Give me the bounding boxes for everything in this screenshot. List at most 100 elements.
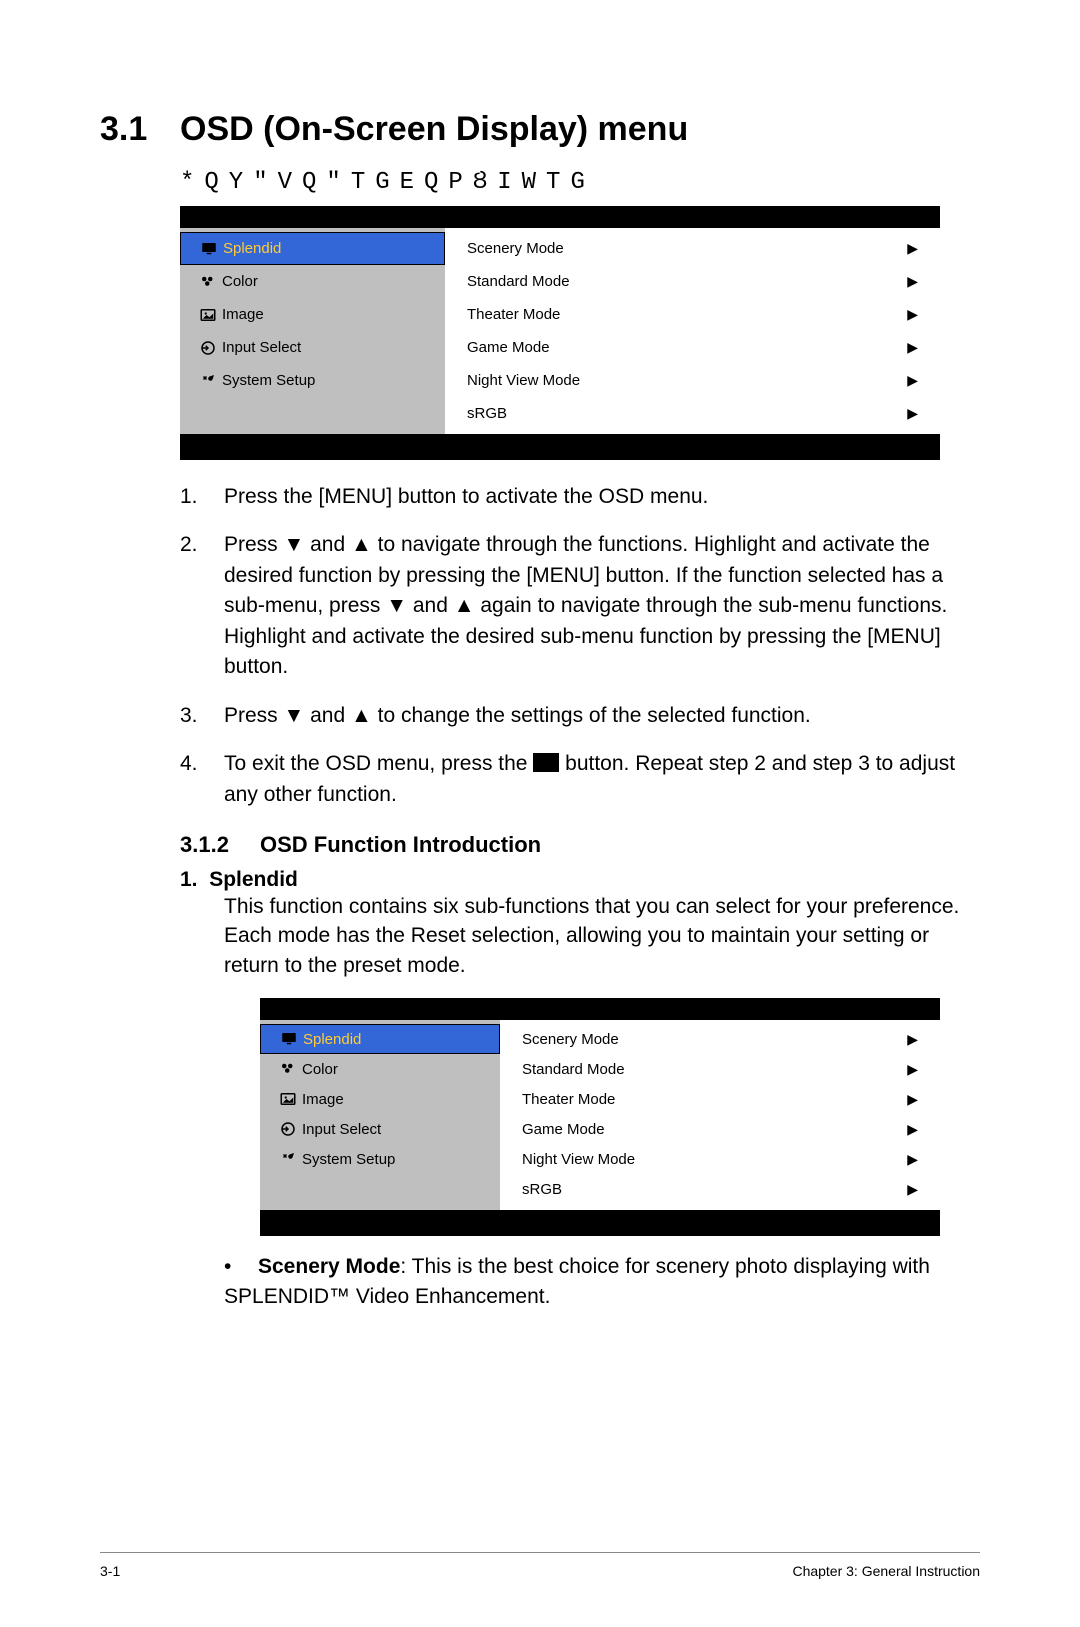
menu-label: System Setup: [302, 1151, 395, 1168]
chapter-label: Chapter 3: General Instruction: [792, 1563, 980, 1579]
submenu-label: Scenery Mode: [467, 240, 564, 257]
osd-menu-figure-2: Splendid Color Image Input Select System…: [260, 998, 940, 1236]
step-text: To exit the OSD menu, press the button. …: [224, 749, 970, 810]
step-text: Press ▼ and ▲ to change the settings of …: [224, 701, 970, 731]
chevron-right-icon: ▶: [907, 339, 918, 356]
monitor-icon: [195, 240, 223, 258]
submenu-item[interactable]: Night View Mode ▶: [445, 364, 940, 397]
section-heading: 3.1OSD (On-Screen Display) menu: [100, 110, 980, 149]
mode-description: •Scenery Mode: This is the best choice f…: [224, 1252, 974, 1311]
menu-item-system-setup[interactable]: System Setup: [180, 364, 445, 397]
step-text: Press the [MENU] button to activate the …: [224, 482, 970, 512]
submenu-item[interactable]: Game Mode ▶: [445, 331, 940, 364]
menu-item-color[interactable]: Color: [260, 1054, 500, 1084]
splendid-num: 1.: [180, 868, 198, 891]
menu-label: Color: [302, 1061, 338, 1078]
chevron-right-icon: ▶: [907, 372, 918, 389]
menu-label: Splendid: [223, 240, 281, 257]
osd-left-panel: Splendid Color Image Input Select System…: [180, 228, 445, 434]
image-icon: [274, 1090, 302, 1108]
menu-label: Image: [222, 306, 264, 323]
menu-item-input-select[interactable]: Input Select: [260, 1114, 500, 1144]
section-title: OSD (On-Screen Display) menu: [180, 110, 688, 148]
splendid-block: 1. Splendid This function contains six s…: [180, 868, 980, 980]
splendid-name: Splendid: [209, 868, 298, 891]
menu-item-image[interactable]: Image: [180, 298, 445, 331]
menu-label: System Setup: [222, 372, 315, 389]
submenu-item[interactable]: Scenery Mode ▶: [500, 1024, 940, 1054]
submenu-item[interactable]: Standard Mode▶: [445, 265, 940, 298]
submenu-label: Theater Mode: [467, 306, 560, 323]
bullet: •: [224, 1252, 258, 1281]
chevron-right-icon: ▶: [907, 306, 918, 323]
submenu-item[interactable]: Game Mode ▶: [500, 1114, 940, 1144]
submenu-label: Standard Mode: [522, 1061, 625, 1078]
menu-label: Input Select: [222, 339, 301, 356]
chevron-right-icon: ▶: [907, 405, 918, 422]
image-icon: [194, 306, 222, 324]
tools-icon: [194, 372, 222, 390]
osd-menu-figure: Splendid Color Image Input Select System…: [180, 206, 940, 460]
menu-item-input-select[interactable]: Input Select: [180, 331, 445, 364]
osd-bottom-bar: [260, 1210, 940, 1236]
submenu-item[interactable]: Theater Mode ▶: [445, 298, 940, 331]
button-icon: [533, 753, 559, 772]
submenu-item[interactable]: sRGB ▶: [500, 1174, 940, 1204]
mode-name: Scenery Mode: [258, 1255, 400, 1278]
input-icon: [194, 339, 222, 357]
menu-item-system-setup[interactable]: System Setup: [260, 1144, 500, 1174]
menu-item-color[interactable]: Color: [180, 265, 445, 298]
instruction-list: 1.Press the [MENU] button to activate th…: [180, 482, 970, 810]
osd-top-bar: [260, 998, 940, 1020]
chevron-right-icon: ▶: [907, 1031, 918, 1048]
osd-left-panel: Splendid Color Image Input Select System…: [260, 1020, 500, 1210]
chevron-right-icon: ▶: [907, 1151, 918, 1168]
submenu-label: sRGB: [522, 1181, 562, 1198]
submenu-label: Night View Mode: [522, 1151, 635, 1168]
section-number: 3.1: [100, 110, 180, 149]
submenu-label: Game Mode: [522, 1121, 605, 1138]
splendid-body: This function contains six sub-functions…: [224, 892, 980, 980]
submenu-label: Night View Mode: [467, 372, 580, 389]
submenu-label: Game Mode: [467, 339, 550, 356]
monitor-icon: [275, 1030, 303, 1048]
chevron-right-icon: ▶: [907, 273, 918, 290]
chevron-right-icon: ▶: [907, 1061, 918, 1078]
osd-right-panel: Scenery Mode ▶ Standard Mode▶ Theater Mod…: [445, 228, 940, 434]
chevron-right-icon: ▶: [907, 1121, 918, 1138]
osd-bottom-bar: [180, 434, 940, 460]
submenu-label: Theater Mode: [522, 1091, 615, 1108]
submenu-item[interactable]: Theater Mode ▶: [500, 1084, 940, 1114]
list-item: 1.Press the [MENU] button to activate th…: [180, 482, 970, 512]
menu-label: Image: [302, 1091, 344, 1108]
submenu-item[interactable]: Scenery Mode ▶: [445, 232, 940, 265]
menu-label: Color: [222, 273, 258, 290]
submenu-item[interactable]: Night View Mode ▶: [500, 1144, 940, 1174]
chevron-right-icon: ▶: [907, 240, 918, 257]
osd-right-panel: Scenery Mode ▶ Standard Mode ▶ Theater Mod…: [500, 1020, 940, 1210]
list-item: 4.To exit the OSD menu, press the button…: [180, 749, 970, 810]
menu-label: Splendid: [303, 1031, 361, 1048]
tools-icon: [274, 1150, 302, 1168]
osd-top-bar: [180, 206, 940, 228]
chevron-right-icon: ▶: [907, 1091, 918, 1108]
step-text: Press ▼ and ▲ to navigate through the fu…: [224, 530, 970, 682]
step-text-part: To exit the OSD menu, press the: [224, 752, 533, 775]
menu-item-splendid[interactable]: Splendid: [260, 1024, 500, 1054]
palette-icon: [274, 1060, 302, 1078]
submenu-label: sRGB: [467, 405, 507, 422]
submenu-item[interactable]: Standard Mode ▶: [500, 1054, 940, 1084]
subsection-number: 3.1.2: [180, 832, 260, 858]
config-subheading: *QY"VQ"TGEQPȢIWTG: [180, 169, 980, 196]
input-icon: [274, 1120, 302, 1138]
submenu-label: Scenery Mode: [522, 1031, 619, 1048]
menu-item-splendid[interactable]: Splendid: [180, 232, 445, 265]
page-number: 3-1: [100, 1563, 120, 1579]
menu-item-image[interactable]: Image: [260, 1084, 500, 1114]
chevron-right-icon: ▶: [907, 1181, 918, 1198]
submenu-item[interactable]: sRGB ▶: [445, 397, 940, 430]
palette-icon: [194, 273, 222, 291]
menu-label: Input Select: [302, 1121, 381, 1138]
list-item: 2.Press ▼ and ▲ to navigate through the …: [180, 530, 970, 682]
subsection-title: OSD Function Introduction: [260, 832, 541, 857]
